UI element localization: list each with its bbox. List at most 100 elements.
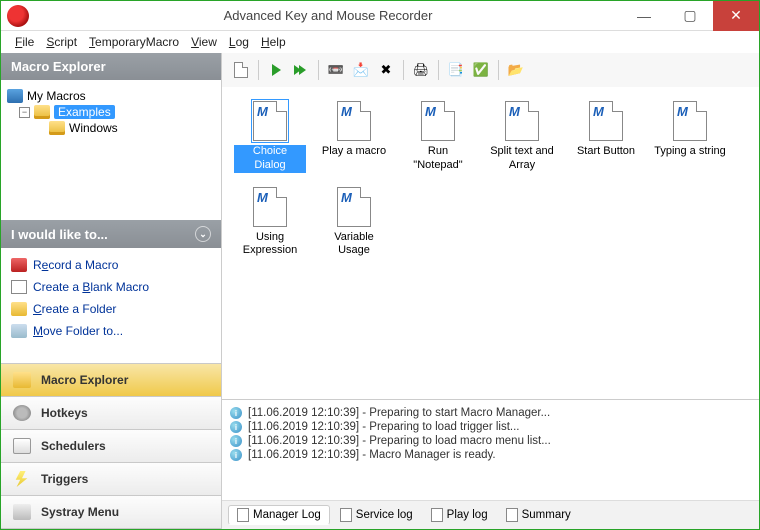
record-icon (11, 258, 27, 272)
file-item[interactable]: Split text and Array (484, 97, 560, 177)
log-panel: i[11.06.2019 12:10:39] - Preparing to st… (222, 399, 759, 529)
file-item[interactable]: Play a macro (316, 97, 392, 177)
info-icon: i (230, 421, 242, 433)
tb-play[interactable] (265, 59, 287, 81)
macro-tree: My Macros − Examples Windows (1, 80, 221, 220)
file-item[interactable]: Variable Usage (316, 183, 392, 263)
info-icon: i (230, 449, 242, 461)
action-move-label: Move Folder to... (33, 324, 123, 338)
action-move-folder[interactable]: Move Folder to... (11, 320, 211, 342)
tb-action-2[interactable]: 📩 (350, 59, 372, 81)
log-tabs: Manager Log Service log Play log Summary (222, 500, 759, 529)
menu-file[interactable]: File (11, 33, 38, 51)
minimize-button[interactable]: — (621, 1, 667, 31)
file-label: Split text and Array (486, 145, 558, 173)
maximize-button[interactable]: ▢ (667, 1, 713, 31)
log-line: i[11.06.2019 12:10:39] - Preparing to lo… (230, 434, 751, 448)
action-folder-label: Create a Folder (33, 302, 116, 316)
file-item[interactable]: Choice Dialog (232, 97, 308, 177)
log-text: [11.06.2019 12:10:39] - Preparing to loa… (248, 421, 520, 433)
menu-log[interactable]: Log (225, 33, 253, 51)
macro-file-icon (253, 101, 287, 141)
menu-view[interactable]: View (187, 33, 221, 51)
log-icon (506, 508, 518, 522)
collapse-icon[interactable]: − (19, 107, 30, 118)
log-line: i [11.06.2019 12:10:39] - Preparing to lo… (230, 420, 751, 434)
log-tab-service[interactable]: Service log (332, 505, 421, 525)
menu-script[interactable]: Script (42, 33, 81, 51)
log-text: [11.06.2019 12:10:39] - Preparing to loa… (248, 435, 551, 447)
action-create-folder[interactable]: Create a Folder (11, 298, 211, 320)
hotkeys-icon (13, 405, 31, 421)
action-create-blank[interactable]: Create a Blank Macro (11, 276, 211, 298)
world-icon (7, 89, 23, 103)
nav-macro-explorer[interactable]: Macro Explorer (1, 364, 221, 397)
file-item[interactable]: Using Expression (232, 183, 308, 263)
macro-file-icon (505, 101, 539, 141)
log-tab-manager[interactable]: Manager Log (228, 505, 330, 525)
nav-schedulers-label: Schedulers (41, 439, 106, 453)
macro-file-icon (253, 187, 287, 227)
nav-explorer-label: Macro Explorer (41, 373, 128, 387)
schedulers-icon (13, 438, 31, 454)
tb-new-doc[interactable] (230, 59, 252, 81)
blank-doc-icon (11, 280, 27, 294)
tb-folder[interactable]: 📂 (505, 59, 527, 81)
macro-file-icon (421, 101, 455, 141)
file-label: Using Expression (234, 231, 306, 259)
nav-hotkeys[interactable]: Hotkeys (1, 397, 221, 430)
tb-copy[interactable]: 📑 (445, 59, 467, 81)
window-title: Advanced Key and Mouse Recorder (35, 8, 621, 23)
log-line: i [11.06.2019 12:10:39] - Macro Manager i… (230, 448, 751, 462)
nav-systray-label: Systray Menu (41, 505, 119, 519)
file-label: Run "Notepad" (402, 145, 474, 173)
nav-triggers[interactable]: Triggers (1, 463, 221, 496)
chevron-down-icon: ⌄ (195, 226, 211, 242)
menu-temporarymacro[interactable]: TemporaryMacro (85, 33, 183, 51)
file-item[interactable]: Typing a string (652, 97, 728, 177)
tree-windows[interactable]: Windows (7, 120, 215, 136)
move-icon (11, 324, 27, 338)
content-area[interactable]: Choice DialogPlay a macro Run "Notepad" Sp… (222, 87, 759, 399)
tree-root[interactable]: My Macros (7, 88, 215, 104)
tb-action-1[interactable]: 📼 (325, 59, 347, 81)
folder-icon (49, 121, 65, 135)
action-record-macro[interactable]: Record a Macro (11, 254, 211, 276)
tree-root-label: My Macros (27, 89, 86, 103)
log-tab-play-label: Play log (447, 509, 488, 521)
nav-schedulers[interactable]: Schedulers (1, 430, 221, 463)
folder-icon (11, 302, 27, 316)
menu-help[interactable]: Help (257, 33, 290, 51)
log-tab-play[interactable]: Play log (423, 505, 496, 525)
close-button[interactable]: ✕ (713, 1, 759, 31)
log-tab-summary-label: Summary (522, 509, 571, 521)
sidebar: Macro Explorer My Macros − Examples Wind… (1, 53, 222, 529)
macro-file-icon (337, 187, 371, 227)
title-bar: Advanced Key and Mouse Recorder — ▢ ✕ (1, 1, 759, 31)
play-icon (272, 64, 281, 76)
tb-print[interactable]: 🖨 (410, 59, 432, 81)
menu-bar: File Script TemporaryMacro View Log Help (1, 31, 759, 53)
file-item[interactable]: Start Button (568, 97, 644, 177)
nav-systray[interactable]: Systray Menu (1, 496, 221, 529)
log-body[interactable]: i[11.06.2019 12:10:39] - Preparing to st… (222, 400, 759, 500)
file-label: Typing a string (654, 145, 726, 159)
tree-examples[interactable]: − Examples (7, 104, 215, 120)
explorer-icon (13, 372, 31, 388)
file-label: Variable Usage (318, 231, 390, 259)
log-text: [11.06.2019 12:10:39] - Macro Manager is… (248, 449, 496, 461)
file-item[interactable]: Run "Notepad" (400, 97, 476, 177)
log-icon (237, 508, 249, 522)
log-tab-manager-label: Manager Log (253, 509, 321, 521)
tb-play-all[interactable] (290, 59, 312, 81)
log-line: i[11.06.2019 12:10:39] - Preparing to st… (230, 406, 751, 420)
file-grid: Choice DialogPlay a macro Run "Notepad" Sp… (232, 97, 749, 262)
tree-examples-label: Examples (54, 105, 115, 119)
nav-hotkeys-label: Hotkeys (41, 406, 88, 420)
tb-delete[interactable]: ✖ (375, 59, 397, 81)
systray-icon (13, 504, 31, 520)
log-icon (431, 508, 443, 522)
sidebar-header-actions[interactable]: I would like to... ⌄ (1, 220, 221, 248)
tb-check[interactable]: ✅ (470, 59, 492, 81)
log-tab-summary[interactable]: Summary (498, 505, 579, 525)
